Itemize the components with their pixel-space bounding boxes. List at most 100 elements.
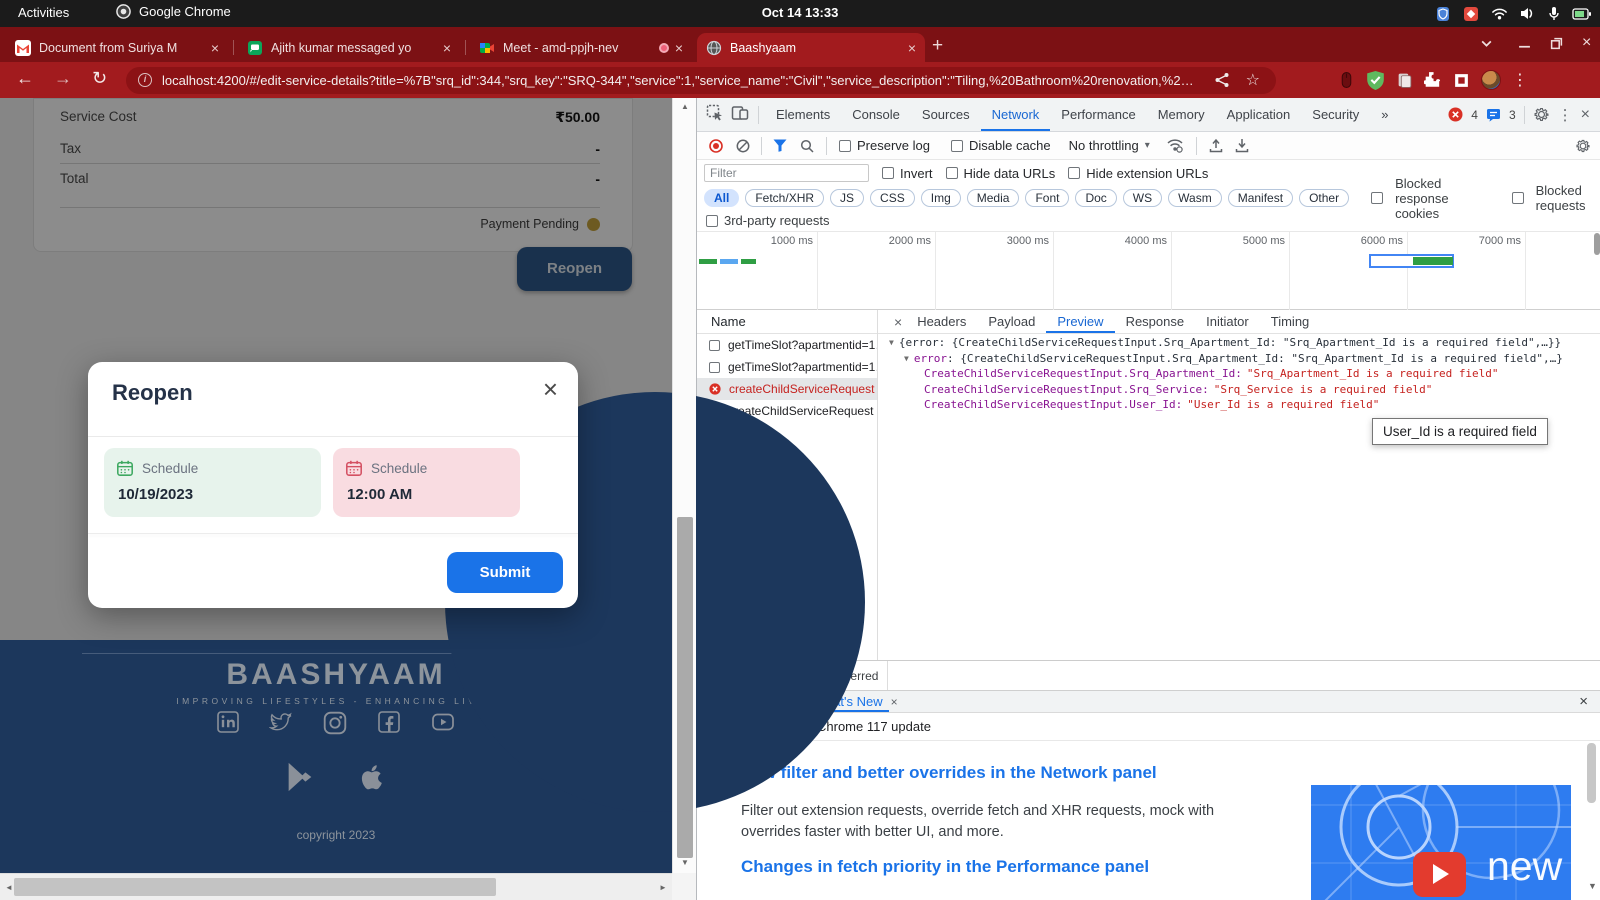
tab-close-icon[interactable]: × [908,40,916,56]
apple-icon[interactable] [353,758,389,796]
export-har-icon[interactable] [1235,138,1249,153]
filter-input[interactable] [704,164,869,182]
twitter-icon[interactable] [269,710,293,734]
forward-button[interactable]: → [54,68,72,89]
request-row[interactable]: getTimeSlot?apartmentid=1… [697,334,877,356]
share-icon[interactable] [1214,72,1230,93]
invert-label[interactable]: Invert [900,166,933,181]
hide-data-urls-label[interactable]: Hide data URLs [964,166,1056,181]
tab-close-icon[interactable]: × [675,40,683,56]
request-row[interactable]: getTimeSlot?apartmentid=1… [697,356,877,378]
detail-tab-initiator[interactable]: Initiator [1195,310,1260,333]
tab-close-icon[interactable]: × [443,40,451,56]
filter-pill-other[interactable]: Other [1299,189,1349,207]
filter-pill-wasm[interactable]: Wasm [1168,189,1222,207]
preview-line-1[interactable]: ▼{error: {CreateChildServiceRequestInput… [889,336,1561,349]
devtools-tab-performance[interactable]: Performance [1050,98,1146,131]
request-checkbox[interactable] [709,340,720,351]
tab-close-icon[interactable]: × [211,40,219,56]
network-overview-timeline[interactable]: 1000 ms 2000 ms 3000 ms 4000 ms 5000 ms … [697,232,1600,310]
devtools-close-icon[interactable]: × [1581,106,1590,124]
youtube-play-icon[interactable] [1413,852,1466,897]
filter-pill-img[interactable]: Img [921,189,961,207]
scroll-down-icon[interactable]: ▼ [681,858,689,867]
system-tray[interactable] [1435,3,1592,24]
disable-cache-checkbox[interactable] [951,140,963,152]
detail-tab-timing[interactable]: Timing [1260,310,1321,333]
site-info-icon[interactable]: i [138,73,152,87]
detail-tab-payload[interactable]: Payload [977,310,1046,333]
facebook-icon[interactable] [377,710,401,734]
new-tab-button[interactable]: + [932,35,943,57]
import-har-icon[interactable] [1209,138,1223,153]
search-icon[interactable] [800,139,814,153]
close-whats-new-tab-icon[interactable]: × [891,695,898,709]
browser-menu-icon[interactable]: ⋮ [1512,70,1528,90]
hide-extension-urls-label[interactable]: Hide extension URLs [1086,166,1208,181]
filter-pill-css[interactable]: CSS [870,189,915,207]
clipboard-extension-icon[interactable] [1396,71,1413,89]
detail-tab-preview[interactable]: Preview [1046,310,1114,333]
devtools-more-tabs-icon[interactable]: » [1370,98,1399,131]
name-column-header[interactable]: Name [697,310,877,334]
schedule-date-card[interactable]: Schedule 10/19/2023 [104,448,321,517]
devtools-tab-network[interactable]: Network [981,98,1051,131]
filter-pill-font[interactable]: Font [1025,189,1069,207]
preview-line-5[interactable]: CreateChildServiceRequestInput.User_Id:"… [924,398,1379,411]
tab-baashyaam-active[interactable]: Baashyaam × [697,33,925,62]
device-toolbar-icon[interactable] [731,104,749,125]
extensions-puzzle-icon[interactable] [1424,71,1442,89]
devtools-settings-gear-icon[interactable] [1533,106,1550,123]
clock[interactable]: Oct 14 13:33 [762,5,839,20]
blocked-requests-checkbox[interactable] [1512,192,1524,204]
filter-pill-fetch-xhr[interactable]: Fetch/XHR [745,189,824,207]
horizontal-scroll-thumb[interactable] [14,878,496,896]
blocked-requests-label[interactable]: Blocked requests [1536,183,1600,213]
error-count-icon[interactable] [1448,107,1463,122]
page-vertical-scrollbar[interactable]: ▲ ▼ [672,98,696,873]
third-party-checkbox[interactable] [706,215,718,227]
preview-line-3[interactable]: CreateChildServiceRequestInput.Srq_Apart… [924,367,1499,380]
close-drawer-icon[interactable]: × [1579,693,1588,710]
address-bar[interactable]: i localhost:4200/#/edit-service-details?… [126,67,1276,94]
whats-new-scrollbar-thumb[interactable] [1587,743,1596,803]
hide-extension-urls-checkbox[interactable] [1068,167,1080,179]
whats-new-scroll-down-icon[interactable]: ▼ [1588,881,1597,891]
whats-new-article-link-1[interactable]: New filter and better overrides in the N… [741,763,1157,783]
preserve-log-checkbox[interactable] [839,140,851,152]
devtools-tab-memory[interactable]: Memory [1147,98,1216,131]
filter-pill-manifest[interactable]: Manifest [1228,189,1293,207]
youtube-icon[interactable] [430,710,456,734]
devtools-tab-application[interactable]: Application [1216,98,1302,131]
whats-new-thumbnail[interactable]: new [1311,785,1571,900]
bookmark-star-icon[interactable]: ☆ [1246,70,1260,90]
url-text[interactable]: localhost:4200/#/edit-service-details?ti… [162,67,1200,94]
timeline-scrollbar-thumb[interactable] [1594,233,1600,255]
devtools-tab-sources[interactable]: Sources [911,98,981,131]
hide-data-urls-checkbox[interactable] [946,167,958,179]
filter-funnel-icon[interactable] [773,139,787,152]
submit-button[interactable]: Submit [447,552,563,593]
adguard-shield-icon[interactable] [1366,71,1385,90]
whats-new-article-link-2[interactable]: Changes in fetch priority in the Perform… [741,857,1149,877]
scroll-right-icon[interactable]: ► [659,883,667,892]
blocked-cookies-checkbox[interactable] [1371,192,1383,204]
inspect-element-icon[interactable] [706,104,724,125]
focused-app-menu[interactable]: Google Chrome [116,4,231,19]
request-row-selected-error[interactable]: createChildServiceRequest [697,378,877,400]
filter-pill-all[interactable]: All [704,189,739,207]
mouse-extension-icon[interactable] [1338,71,1355,89]
network-conditions-icon[interactable] [1166,138,1184,153]
schedule-time-card[interactable]: Schedule 12:00 AM [333,448,520,517]
minimize-window-icon[interactable] [1518,37,1531,55]
devtools-menu-icon[interactable]: ⋮ [1558,106,1573,124]
filter-pill-ws[interactable]: WS [1123,189,1162,207]
disable-cache-label[interactable]: Disable cache [969,138,1051,153]
reload-button[interactable]: ↻ [92,68,107,89]
clear-network-log-icon[interactable] [736,139,750,153]
page-horizontal-scrollbar[interactable]: ◄ ► [0,873,672,900]
request-checkbox[interactable] [709,362,720,373]
google-play-icon[interactable] [283,759,317,795]
scroll-up-icon[interactable]: ▲ [681,102,689,111]
filter-pill-doc[interactable]: Doc [1075,189,1116,207]
